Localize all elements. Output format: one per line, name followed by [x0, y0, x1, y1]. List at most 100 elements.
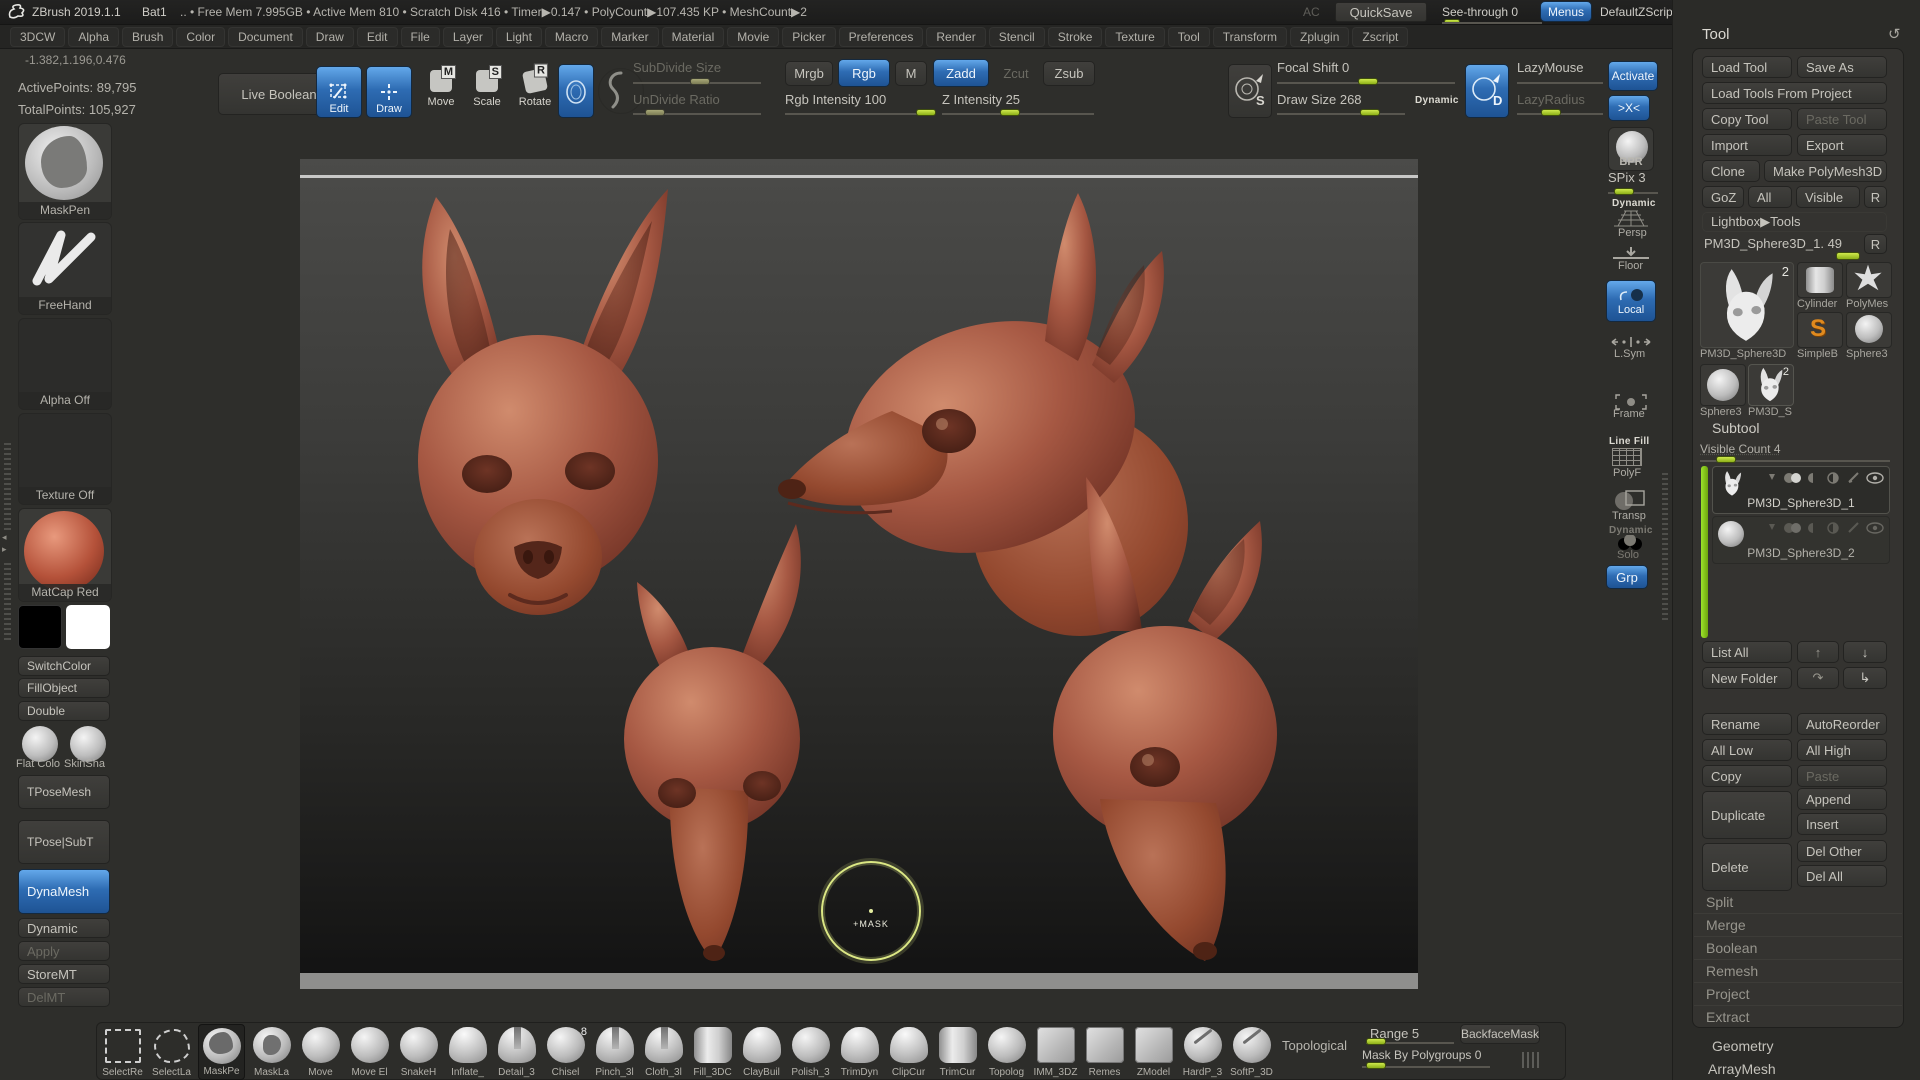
m-button[interactable]: M: [895, 61, 927, 86]
material-thumb[interactable]: MatCap Red Wax: [18, 508, 112, 602]
zcut-button[interactable]: Zcut: [994, 61, 1038, 86]
make-polymesh3d-button[interactable]: Make PolyMesh3D: [1764, 160, 1887, 182]
boolean-section[interactable]: Boolean: [1694, 936, 1902, 959]
rgb-intensity-nub[interactable]: [916, 109, 936, 116]
skinshade-sphere[interactable]: [70, 726, 106, 762]
fillobject-button[interactable]: FillObject: [18, 678, 110, 698]
range-nub[interactable]: [1366, 1038, 1386, 1045]
arraymesh-section[interactable]: ArrayMesh: [1708, 1061, 1776, 1077]
subtool-header[interactable]: Subtool: [1712, 420, 1759, 436]
brush-item[interactable]: IMM_3DZ: [1033, 1024, 1078, 1080]
brush-item[interactable]: HardP_3: [1180, 1024, 1225, 1080]
copy-subtool-button[interactable]: Copy: [1702, 765, 1792, 787]
goz-visible-button[interactable]: Visible: [1796, 186, 1860, 208]
menu-item[interactable]: Alpha: [68, 27, 119, 47]
del-all-button[interactable]: Del All: [1797, 865, 1887, 887]
menu-item[interactable]: Zplugin: [1290, 27, 1349, 47]
default-zscript-button[interactable]: DefaultZScript: [1600, 5, 1676, 19]
subtool-scrollbar[interactable]: [1701, 466, 1708, 638]
undivide-ratio-slider[interactable]: UnDivide Ratio: [633, 92, 720, 107]
subdivide-size-slider[interactable]: SubDivide Size: [633, 60, 721, 75]
append-button[interactable]: Append: [1797, 788, 1887, 810]
delmt-button[interactable]: DelMT: [18, 987, 110, 1007]
menu-item[interactable]: Light: [496, 27, 542, 47]
undivide-ratio-nub[interactable]: [645, 109, 665, 116]
lazyradius-slider[interactable]: LazyRadius: [1517, 92, 1585, 107]
move-out-button[interactable]: ↷: [1797, 667, 1839, 689]
list-all-button[interactable]: List All: [1702, 641, 1792, 663]
export-button[interactable]: Export: [1797, 134, 1887, 156]
brush-item[interactable]: SelectLa: [149, 1024, 194, 1080]
menu-item[interactable]: Preferences: [839, 27, 924, 47]
brush-item[interactable]: Pinch_3l: [592, 1024, 637, 1080]
brush-item[interactable]: MaskLa: [249, 1024, 294, 1080]
lsym-label[interactable]: L.Sym: [1614, 348, 1645, 360]
lsym-icon[interactable]: [1610, 336, 1652, 348]
load-tool-button[interactable]: Load Tool: [1702, 56, 1792, 78]
geometry-section[interactable]: Geometry: [1712, 1038, 1773, 1054]
active-tool-r-button[interactable]: R: [1864, 234, 1887, 254]
menu-item[interactable]: Color: [176, 27, 225, 47]
menu-item[interactable]: Transform: [1213, 27, 1287, 47]
bpr-button[interactable]: BPR: [1608, 127, 1654, 171]
subtool-row-2[interactable]: PM3D_Sphere3D_2: [1712, 516, 1890, 564]
menu-item[interactable]: Movie: [727, 27, 779, 47]
all-high-button[interactable]: All High: [1797, 739, 1887, 761]
menu-item[interactable]: Edit: [357, 27, 398, 47]
tray-scrollbar[interactable]: [4, 440, 11, 530]
goz-r-button[interactable]: R: [1864, 186, 1887, 208]
stroke-s-button[interactable]: S: [1228, 64, 1272, 118]
brush-item[interactable]: Topolog: [984, 1024, 1029, 1080]
menu-item[interactable]: 3DCW: [10, 27, 65, 47]
floor-label[interactable]: Floor: [1618, 260, 1643, 272]
menu-item[interactable]: Macro: [545, 27, 598, 47]
rgb-button[interactable]: Rgb: [838, 59, 890, 87]
mask-by-polygroups-nub[interactable]: [1366, 1062, 1386, 1069]
mask-by-polygroups-slider[interactable]: Mask By Polygroups 0: [1362, 1048, 1481, 1062]
focal-shift-slider[interactable]: Focal Shift 0: [1277, 60, 1349, 75]
menu-item[interactable]: Zscript: [1352, 27, 1408, 47]
visible-count-slider[interactable]: Visible Count 4: [1700, 442, 1781, 456]
brush-item[interactable]: Polish_3: [788, 1024, 833, 1080]
save-as-button[interactable]: Save As: [1797, 56, 1887, 78]
brush-item[interactable]: MaskPe: [198, 1024, 245, 1080]
sculpt-canvas[interactable]: +MASK: [300, 159, 1418, 989]
storemt-button[interactable]: StoreMT: [18, 964, 110, 984]
spix-nub[interactable]: [1614, 188, 1634, 195]
dynamic-label[interactable]: Dynamic: [1415, 95, 1459, 106]
tray-handle-left-icon[interactable]: ◂: [2, 532, 7, 543]
bottombar-resize-grip[interactable]: [1522, 1052, 1542, 1068]
quicksave-button[interactable]: QuickSave: [1335, 2, 1427, 22]
goz-all-button[interactable]: All: [1748, 186, 1792, 208]
freehand-stroke-thumb[interactable]: FreeHand: [18, 222, 112, 315]
topological-label[interactable]: Topological: [1282, 1038, 1347, 1053]
draw-size-nub[interactable]: [1360, 109, 1380, 116]
move-down-button[interactable]: ↓: [1843, 641, 1887, 663]
paste-tool-button[interactable]: Paste Tool: [1797, 108, 1887, 130]
remesh-section[interactable]: Remesh: [1694, 959, 1902, 982]
menu-item[interactable]: Picker: [782, 27, 835, 47]
tray-handle-right-icon[interactable]: ▸: [2, 544, 7, 555]
dynamesh-button[interactable]: DynaMesh: [18, 869, 110, 914]
menu-item[interactable]: Stroke: [1048, 27, 1103, 47]
subtool2-icons[interactable]: [1765, 521, 1885, 535]
apply-button[interactable]: Apply: [18, 941, 110, 961]
active-tool-nub[interactable]: [1836, 252, 1860, 260]
active-tool-slider[interactable]: PM3D_Sphere3D_1. 49: [1704, 236, 1842, 251]
subtool-row-1[interactable]: PM3D_Sphere3D_1: [1712, 466, 1890, 514]
activate-symmetry-button[interactable]: Activate: [1608, 61, 1658, 91]
persp-grid-icon[interactable]: [1612, 209, 1650, 227]
menu-item[interactable]: Texture: [1105, 27, 1164, 47]
rgb-intensity-slider[interactable]: Rgb Intensity 100: [785, 92, 886, 107]
sculptris-sphere-button[interactable]: [558, 64, 594, 118]
menu-item[interactable]: Document: [228, 27, 303, 47]
current-tool-thumb[interactable]: 2: [1700, 262, 1794, 348]
menu-item[interactable]: Stencil: [989, 27, 1045, 47]
cylinder-tool-thumb[interactable]: [1797, 262, 1843, 298]
persp-label[interactable]: Persp: [1618, 227, 1647, 239]
brush-item[interactable]: TrimDyn: [837, 1024, 882, 1080]
duplicate-button[interactable]: Duplicate: [1702, 791, 1792, 839]
polymesh-star-thumb[interactable]: [1846, 262, 1892, 298]
double-button[interactable]: Double: [18, 701, 110, 721]
draw-button[interactable]: Draw: [366, 66, 412, 118]
